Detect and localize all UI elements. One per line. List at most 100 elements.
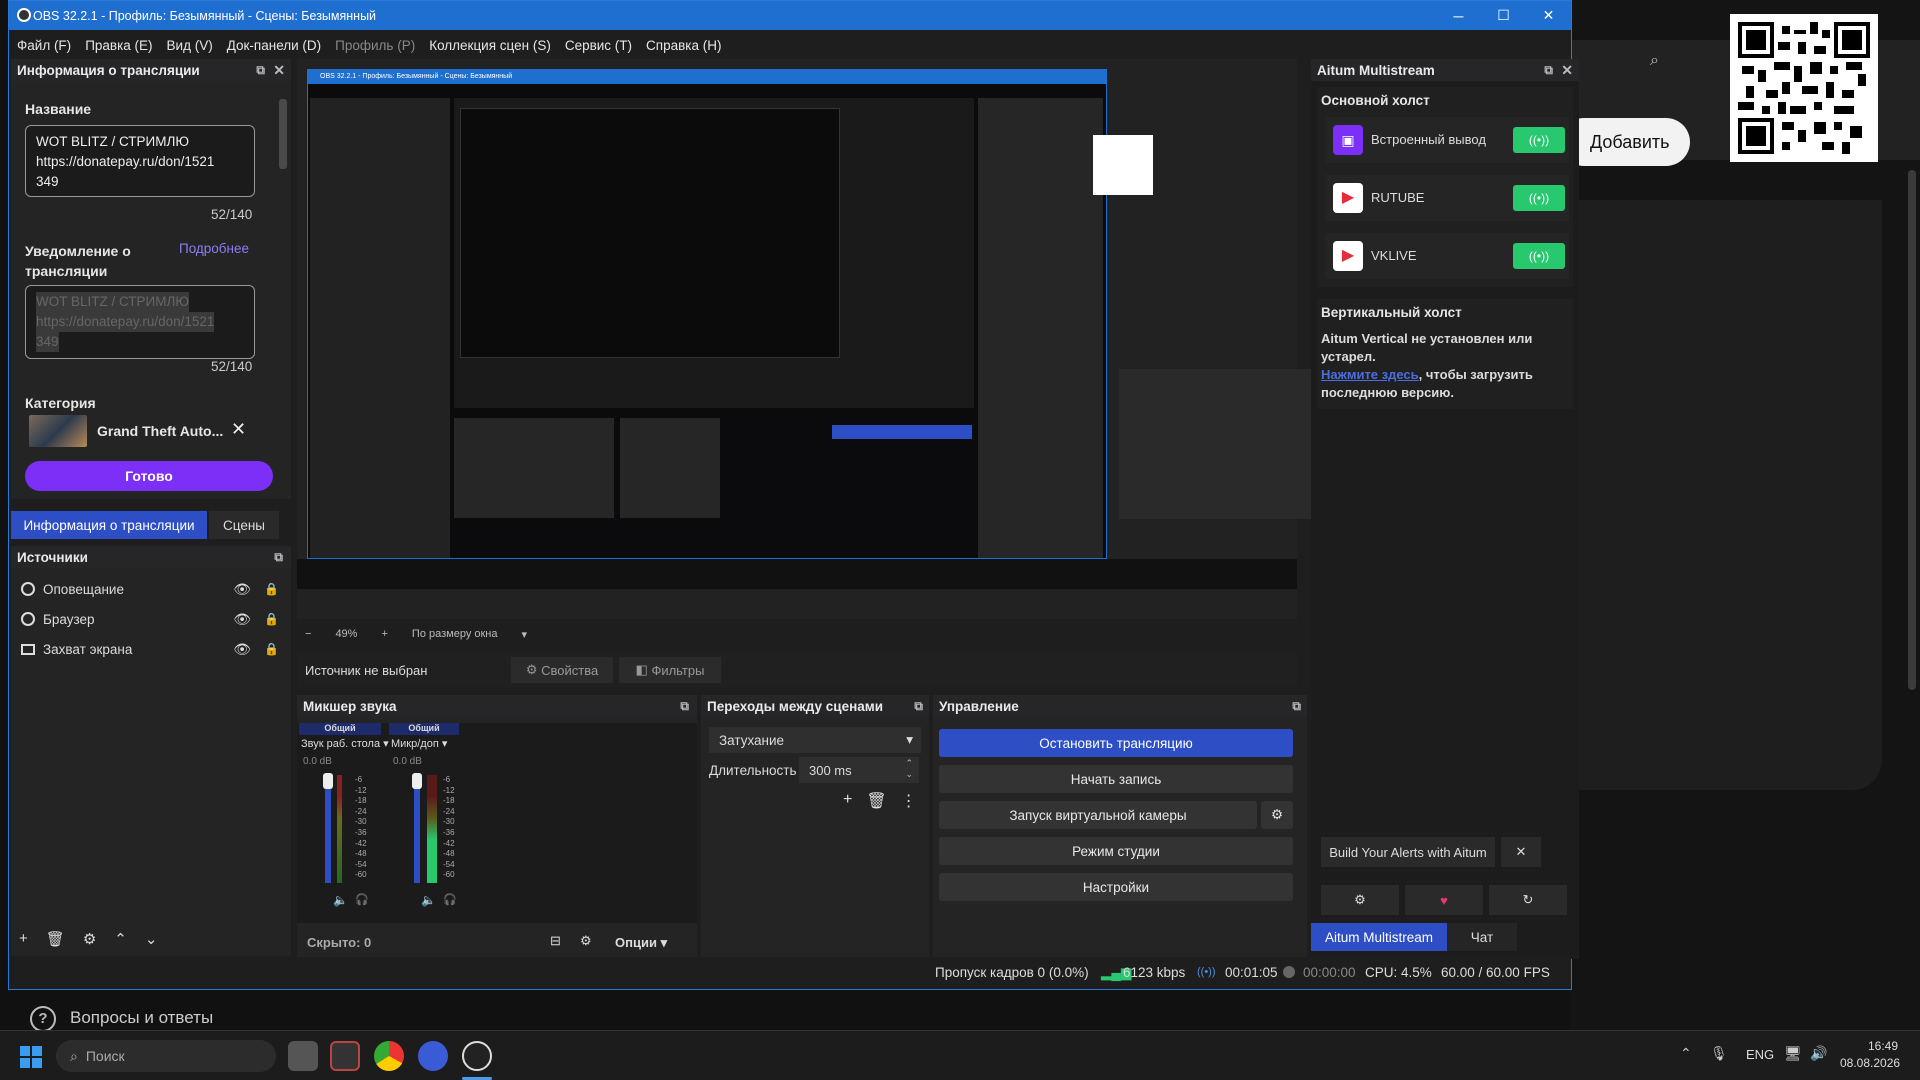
close-icon[interactable]: ✕ [273, 62, 285, 79]
studio-mode-button[interactable]: Режим студии [939, 837, 1293, 865]
lock-icon[interactable]: 🔒 [264, 612, 279, 626]
vcam-settings-icon[interactable]: ⚙ [1261, 801, 1293, 829]
menu-edit[interactable]: Правка (E) [85, 38, 152, 53]
float-icon[interactable]: ⧉ [1544, 63, 1553, 78]
volume-handle[interactable] [323, 773, 333, 789]
menu-profile[interactable]: Профиль (P) [335, 38, 415, 53]
settings-button[interactable]: Настройки [939, 873, 1293, 901]
close-alerts-icon[interactable]: ✕ [1501, 837, 1541, 867]
float-icon[interactable]: ⧉ [1292, 699, 1301, 714]
down-icon[interactable]: ⌄ [145, 930, 158, 948]
volume-slider[interactable] [325, 773, 331, 883]
menu-file[interactable]: Файл (F) [17, 38, 71, 53]
notify-more-link[interactable]: Подробнее [179, 241, 249, 256]
volume-slider[interactable] [414, 773, 420, 883]
zoom-icon[interactable]: ⌕ [1650, 52, 1659, 70]
headphone-icon[interactable]: 🎧 [355, 893, 369, 906]
notify-field[interactable]: WOT BLITZ / СТРИМЛЮ https://donatepay.ru… [25, 285, 255, 359]
channel-name[interactable]: Звук раб. стола ▾ [301, 737, 389, 750]
speaker-icon[interactable]: 🔈 [421, 893, 436, 907]
close-icon[interactable]: ✕ [1561, 62, 1573, 79]
volume-handle[interactable] [412, 773, 422, 789]
source-item[interactable]: Оповещание 👁 🔒 [11, 574, 291, 604]
browser-scrollbar[interactable] [1908, 170, 1916, 690]
duration-field[interactable]: 300 ms ⌃ ⌄ [799, 757, 919, 783]
trash-icon[interactable]: 🗑 [866, 791, 886, 811]
preview-canvas[interactable]: OBS 32.2.1 - Профиль: Безымянный - Сцены… [307, 69, 1107, 559]
spin-icon[interactable]: ⌃ ⌄ [905, 758, 913, 780]
lock-icon[interactable]: 🔒 [264, 582, 279, 596]
transition-select[interactable]: Затухание ▾ [709, 727, 921, 753]
tab-aitum[interactable]: Aitum Multistream [1311, 923, 1447, 951]
chevron-up-icon[interactable]: ⌃ [1680, 1045, 1692, 1062]
share-icon[interactable]: ↻ [1489, 885, 1567, 915]
start-recording-button[interactable]: Начать запись [939, 765, 1293, 793]
qa-label[interactable]: Вопросы и ответы [70, 1008, 213, 1028]
help-icon[interactable]: ? [30, 1006, 56, 1032]
add-button[interactable]: Добавить [1560, 118, 1690, 166]
done-button[interactable]: Готово [25, 461, 273, 491]
info-scrollbar[interactable] [279, 99, 287, 169]
maximize-button[interactable]: ☐ [1481, 1, 1526, 30]
zoom-in-icon[interactable]: + [381, 628, 387, 641]
float-icon[interactable]: ⧉ [256, 63, 265, 78]
up-icon[interactable]: ⌃ [114, 930, 127, 948]
zoom-dropdown-icon[interactable]: ▾ [522, 628, 528, 641]
chrome-icon[interactable] [374, 1041, 404, 1071]
task-view-icon[interactable] [288, 1041, 318, 1071]
clock[interactable]: 16:49 08.08.2026 [1840, 1038, 1900, 1072]
broadcast-toggle-icon[interactable]: ((•)) [1513, 185, 1565, 211]
source-item[interactable]: Браузер 👁 🔒 [11, 604, 291, 634]
menu-docks[interactable]: Док-панели (D) [227, 38, 321, 53]
menu-scene-collection[interactable]: Коллекция сцен (S) [429, 38, 551, 53]
properties-button[interactable]: ⚙ Свойства [511, 657, 613, 683]
search-box[interactable]: ⌕ Поиск [56, 1040, 276, 1072]
heart-icon[interactable]: ♥ [1405, 885, 1483, 915]
mic-icon[interactable]: 🎙 [1710, 1045, 1728, 1062]
visibility-eye-icon[interactable]: 👁 [233, 641, 251, 658]
zoom-out-icon[interactable]: − [305, 628, 311, 641]
channel-name[interactable]: Микр/доп ▾ [391, 737, 447, 750]
broadcast-toggle-icon[interactable]: ((•)) [1513, 243, 1565, 269]
language-indicator[interactable]: ENG [1746, 1047, 1774, 1062]
broadcast-toggle-icon[interactable]: ((•)) [1513, 127, 1565, 153]
gear-icon[interactable]: ⚙ [1321, 885, 1399, 915]
lock-icon[interactable]: 🔒 [264, 642, 279, 656]
zoom-fit[interactable]: По размеру окна [412, 628, 498, 641]
virtual-camera-button[interactable]: Запуск виртуальной камеры [939, 801, 1257, 829]
build-alerts-button[interactable]: Build Your Alerts with Aitum [1321, 837, 1495, 867]
menu-tools[interactable]: Сервис (T) [565, 38, 632, 53]
volume-icon[interactable]: 🔊 [1810, 1045, 1827, 1062]
discord-icon[interactable] [418, 1041, 448, 1071]
float-icon[interactable]: ⧉ [274, 550, 283, 565]
remove-category-icon[interactable]: ✕ [231, 419, 246, 440]
minimize-button[interactable]: ─ [1436, 1, 1481, 30]
trash-icon[interactable]: 🗑 [46, 930, 65, 948]
network-icon[interactable]: 🖥 [1784, 1045, 1802, 1062]
more-icon[interactable]: ⋮ [901, 791, 917, 811]
tab-stream-info[interactable]: Информация о трансляции [11, 511, 207, 539]
close-button[interactable]: ✕ [1526, 1, 1571, 30]
obs-icon[interactable] [462, 1041, 492, 1071]
layout-icon[interactable]: ⊟ [550, 933, 561, 949]
add-icon[interactable]: + [19, 930, 28, 948]
tab-scenes[interactable]: Сцены [209, 511, 279, 539]
float-icon[interactable]: ⧉ [680, 699, 689, 714]
source-item[interactable]: Захват экрана 👁 🔒 [11, 634, 291, 664]
start-icon[interactable] [20, 1046, 42, 1068]
headphone-icon[interactable]: 🎧 [443, 893, 457, 906]
mixer-settings-icon[interactable]: ⚙ [580, 933, 592, 949]
app-icon[interactable] [330, 1041, 360, 1071]
speaker-icon[interactable]: 🔈 [333, 893, 348, 907]
filters-button[interactable]: ◧ Фильтры [619, 657, 721, 683]
stop-stream-button[interactable]: Остановить трансляцию [939, 729, 1293, 757]
visibility-eye-icon[interactable]: 👁 [233, 611, 251, 628]
float-icon[interactable]: ⧉ [914, 699, 923, 714]
menu-view[interactable]: Вид (V) [167, 38, 213, 53]
visibility-eye-icon[interactable]: 👁 [233, 581, 251, 598]
gear-icon[interactable]: ⚙ [83, 930, 96, 948]
mixer-options[interactable]: Опции ▾ [615, 935, 667, 951]
add-icon[interactable]: + [843, 791, 852, 811]
name-field[interactable]: WOT BLITZ / СТРИМЛЮ https://donatepay.ru… [25, 125, 255, 197]
tab-chat[interactable]: Чат [1447, 923, 1517, 951]
